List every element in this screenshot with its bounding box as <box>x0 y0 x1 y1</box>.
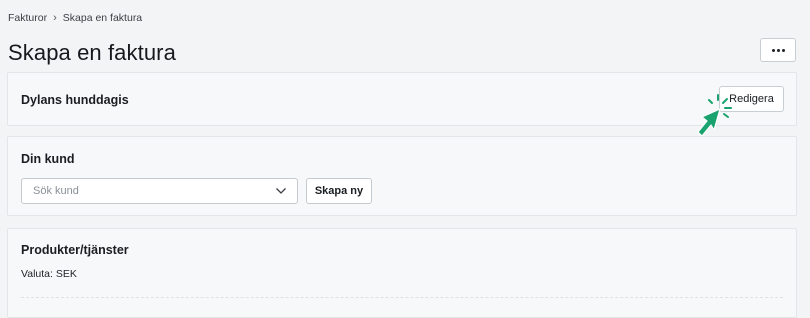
breadcrumb-separator: › <box>53 12 57 24</box>
customer-section-title: Din kund <box>21 152 75 166</box>
breadcrumb: Fakturor › Skapa en faktura <box>8 12 142 24</box>
sender-card: Dylans hunddagis Redigera <box>7 72 797 126</box>
click-cursor-icon <box>697 94 732 137</box>
currency-label: Valuta: SEK <box>21 268 77 280</box>
sender-name: Dylans hunddagis <box>21 93 129 107</box>
customer-card: Din kund Sök kund Skapa ny <box>7 136 797 216</box>
breadcrumb-current: Skapa en faktura <box>62 12 143 24</box>
breadcrumb-link-fakturor[interactable]: Fakturor <box>8 12 47 24</box>
customer-search-select[interactable]: Sök kund <box>21 178 298 204</box>
more-horizontal-icon <box>771 48 785 52</box>
chevron-down-icon <box>276 188 286 194</box>
products-section-title: Produkter/tjänster <box>21 243 129 257</box>
more-options-button[interactable] <box>760 38 796 62</box>
create-customer-button[interactable]: Skapa ny <box>306 178 372 204</box>
divider <box>21 297 783 298</box>
products-card: Produkter/tjänster Valuta: SEK <box>7 228 797 318</box>
page-title: Skapa en faktura <box>8 40 176 65</box>
customer-search-placeholder: Sök kund <box>33 185 79 197</box>
